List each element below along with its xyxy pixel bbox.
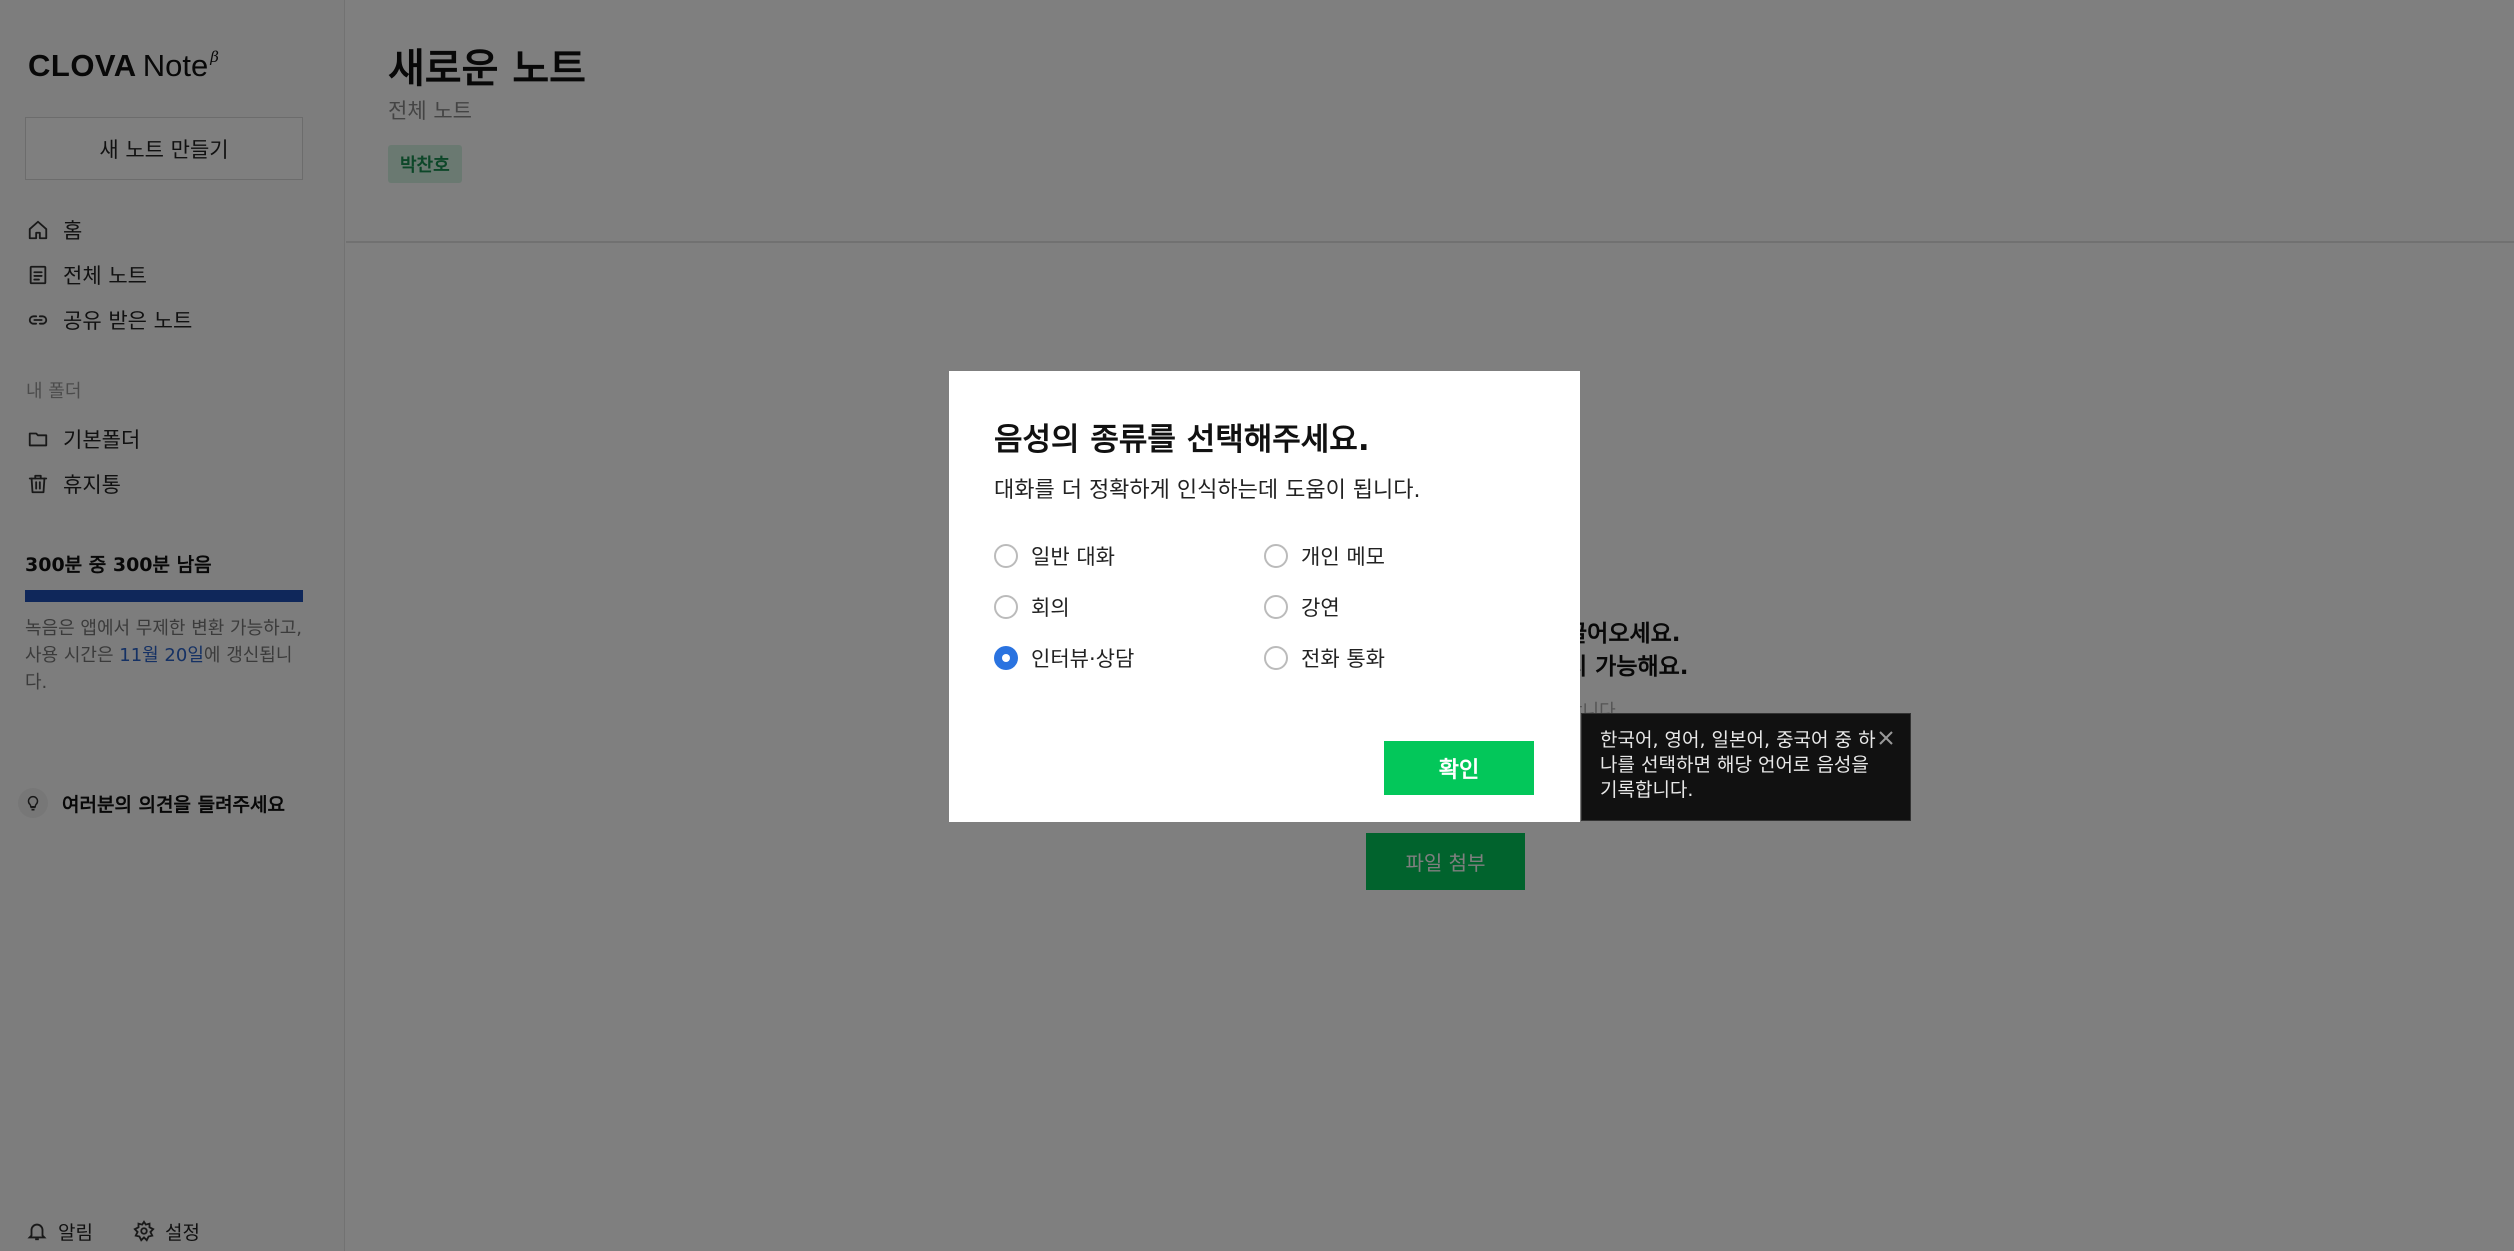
dialog-title: 음성의 종류를 선택해주세요. — [994, 422, 1370, 458]
radio-circle — [994, 595, 1018, 619]
confirm-button[interactable]: 확인 — [1384, 741, 1534, 795]
language-tooltip: 한국어, 영어, 일본어, 중국어 중 하나를 선택하면 해당 언어로 음성을 … — [1581, 713, 1911, 821]
radio-circle — [994, 544, 1018, 568]
radio-label: 일반 대화 — [1031, 545, 1115, 569]
radio-label: 전화 통화 — [1301, 647, 1385, 671]
radio-label: 인터뷰·상담 — [1031, 647, 1135, 671]
radio-phone-call[interactable]: 전화 통화 — [1264, 643, 1385, 673]
voice-type-dialog: 음성의 종류를 선택해주세요. 대화를 더 정확하게 인식하는데 도움이 됩니다… — [949, 371, 1580, 822]
radio-label: 개인 메모 — [1301, 545, 1385, 569]
dialog-description: 대화를 더 정확하게 인식하는데 도움이 됩니다. — [994, 478, 1421, 503]
close-icon[interactable] — [1876, 728, 1896, 748]
radio-label: 강연 — [1301, 596, 1340, 620]
radio-personal-memo[interactable]: 개인 메모 — [1264, 541, 1385, 571]
radio-circle — [1264, 646, 1288, 670]
radio-circle — [1264, 595, 1288, 619]
radio-interview-consultation[interactable]: 인터뷰·상담 — [994, 643, 1134, 673]
radio-circle — [1264, 544, 1288, 568]
radio-label: 회의 — [1031, 596, 1070, 620]
radio-meeting[interactable]: 회의 — [994, 592, 1070, 622]
radio-general-conversation[interactable]: 일반 대화 — [994, 541, 1115, 571]
radio-circle-selected — [994, 646, 1018, 670]
radio-lecture[interactable]: 강연 — [1264, 592, 1340, 622]
tooltip-text: 한국어, 영어, 일본어, 중국어 중 하나를 선택하면 해당 언어로 음성을 … — [1600, 729, 1876, 801]
